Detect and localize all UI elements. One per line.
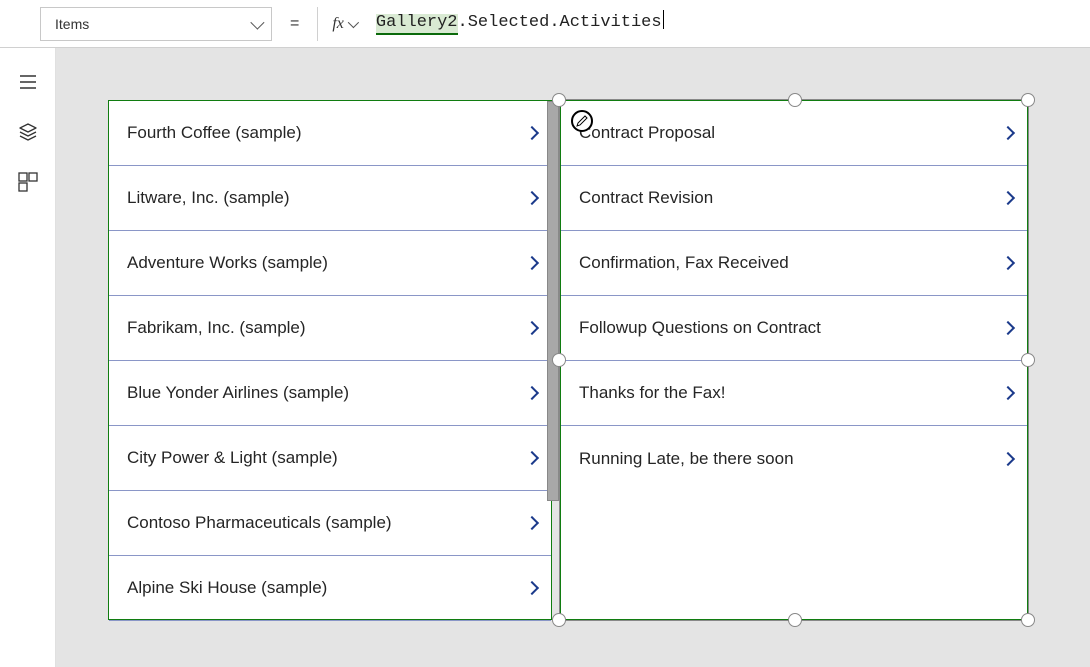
chevron-right-icon <box>525 321 539 335</box>
list-item[interactable]: Fourth Coffee (sample) <box>109 101 551 166</box>
formula-input[interactable]: Gallery2.Selected.Activities <box>372 10 668 37</box>
chevron-down-icon <box>250 15 264 29</box>
formula-bar: Items = fx Gallery2.Selected.Activities <box>0 0 1090 48</box>
list-item[interactable]: Contract Proposal <box>561 101 1027 166</box>
list-item-label: Followup Questions on Contract <box>579 318 821 338</box>
chevron-right-icon <box>525 191 539 205</box>
chevron-right-icon <box>1001 321 1015 335</box>
fx-label: fx <box>332 15 344 33</box>
selection-handle[interactable] <box>552 613 566 627</box>
left-rail <box>0 48 56 667</box>
gallery-activities[interactable]: Contract Proposal Contract Revision Conf… <box>560 100 1028 620</box>
list-item-label: Contoso Pharmaceuticals (sample) <box>127 513 392 533</box>
scrollbar-thumb[interactable] <box>547 101 559 501</box>
chevron-right-icon <box>525 386 539 400</box>
gallery-accounts[interactable]: Fourth Coffee (sample) Litware, Inc. (sa… <box>108 100 552 620</box>
selection-handle[interactable] <box>1021 613 1035 627</box>
list-item[interactable]: Confirmation, Fax Received <box>561 231 1027 296</box>
selection-handle[interactable] <box>552 353 566 367</box>
list-item[interactable]: Contract Revision <box>561 166 1027 231</box>
components-icon[interactable] <box>18 172 38 192</box>
list-item[interactable]: Followup Questions on Contract <box>561 296 1027 361</box>
list-item[interactable]: Fabrikam, Inc. (sample) <box>109 296 551 361</box>
edit-template-button[interactable] <box>571 110 593 132</box>
property-dropdown[interactable]: Items <box>40 7 272 41</box>
fx-section: fx Gallery2.Selected.Activities <box>317 7 667 41</box>
list-item-label: Contract Revision <box>579 188 713 208</box>
workspace: Fourth Coffee (sample) Litware, Inc. (sa… <box>0 48 1090 667</box>
chevron-right-icon <box>1001 451 1015 465</box>
list-item[interactable]: Adventure Works (sample) <box>109 231 551 296</box>
chevron-right-icon <box>1001 386 1015 400</box>
selection-handle[interactable] <box>788 93 802 107</box>
chevron-right-icon <box>525 256 539 270</box>
selection-handle[interactable] <box>1021 93 1035 107</box>
list-item[interactable]: Running Late, be there soon <box>561 426 1027 491</box>
formula-token-rest: .Selected.Activities <box>458 13 662 32</box>
chevron-right-icon <box>1001 191 1015 205</box>
list-item-label: City Power & Light (sample) <box>127 448 338 468</box>
list-item[interactable]: Alpine Ski House (sample) <box>109 556 551 621</box>
list-item[interactable]: Litware, Inc. (sample) <box>109 166 551 231</box>
hamburger-icon[interactable] <box>18 72 38 92</box>
selection-handle[interactable] <box>1021 353 1035 367</box>
text-cursor <box>663 10 664 29</box>
list-item-label: Contract Proposal <box>579 123 715 143</box>
list-item[interactable]: Blue Yonder Airlines (sample) <box>109 361 551 426</box>
list-item-label: Fourth Coffee (sample) <box>127 123 301 143</box>
property-name: Items <box>55 16 89 32</box>
list-item-label: Thanks for the Fax! <box>579 383 725 403</box>
selection-handle[interactable] <box>788 613 802 627</box>
list-item-label: Adventure Works (sample) <box>127 253 328 273</box>
selection-handle[interactable] <box>552 93 566 107</box>
canvas[interactable]: Fourth Coffee (sample) Litware, Inc. (sa… <box>56 48 1090 667</box>
layers-icon[interactable] <box>18 122 38 142</box>
list-item-label: Alpine Ski House (sample) <box>127 578 327 598</box>
chevron-right-icon <box>1001 256 1015 270</box>
chevron-down-icon[interactable] <box>348 16 359 27</box>
list-item[interactable]: Contoso Pharmaceuticals (sample) <box>109 491 551 556</box>
list-item[interactable]: Thanks for the Fax! <box>561 361 1027 426</box>
equals-sign: = <box>272 15 317 33</box>
chevron-right-icon <box>1001 126 1015 140</box>
list-item-label: Running Late, be there soon <box>579 449 794 469</box>
list-item[interactable]: City Power & Light (sample) <box>109 426 551 491</box>
chevron-right-icon <box>525 516 539 530</box>
list-item-label: Confirmation, Fax Received <box>579 253 789 273</box>
chevron-right-icon <box>525 451 539 465</box>
list-item-label: Fabrikam, Inc. (sample) <box>127 318 306 338</box>
chevron-right-icon <box>525 126 539 140</box>
chevron-right-icon <box>525 581 539 595</box>
list-item-label: Blue Yonder Airlines (sample) <box>127 383 349 403</box>
list-item-label: Litware, Inc. (sample) <box>127 188 290 208</box>
formula-token-highlight: Gallery2 <box>376 14 458 35</box>
